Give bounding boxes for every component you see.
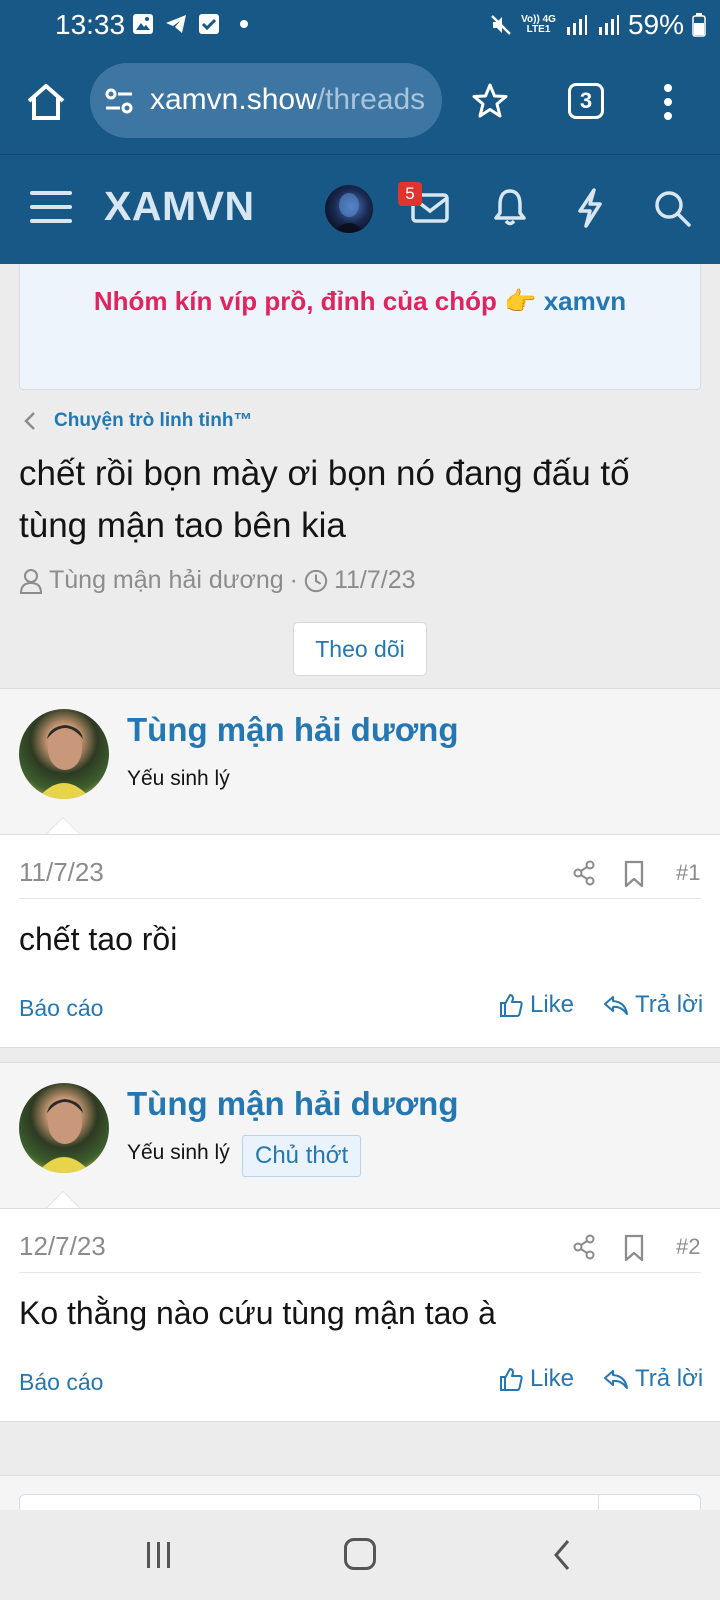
post-avatar[interactable]: [19, 709, 109, 799]
inbox-badge: 5: [398, 182, 422, 206]
battery-percent: 59%: [627, 9, 684, 40]
post-author-block: Tùng mận hải dương Yếu sinh lý: [0, 688, 720, 835]
thumbs-up-icon: [500, 994, 523, 1017]
post-divider: [19, 1272, 701, 1273]
like-button[interactable]: Like: [498, 1365, 574, 1393]
site-logo[interactable]: XAMVN: [104, 183, 255, 230]
share-icon[interactable]: [572, 1234, 596, 1260]
reply-button[interactable]: Trả lời: [603, 1365, 703, 1393]
bell-icon[interactable]: [492, 187, 528, 227]
post-user-title: Yếu sinh lý: [127, 1141, 230, 1164]
site-settings-icon[interactable]: [104, 87, 134, 115]
gallery-icon: [133, 14, 153, 34]
chevron-left-icon: [24, 412, 35, 430]
signal-icon-1: [566, 15, 587, 35]
search-icon[interactable]: [652, 188, 692, 228]
telegram-icon: [166, 15, 186, 33]
promo-notice: Nhóm kín víp prồ, đỉnh của chóp 👉 xamvn: [19, 264, 701, 390]
post-date[interactable]: 11/7/23: [19, 857, 104, 888]
system-navigation-bar: [0, 1510, 720, 1600]
home-icon[interactable]: [24, 80, 68, 124]
url-text[interactable]: xamvn.show/threads: [150, 83, 425, 117]
battery-icon: [692, 13, 706, 37]
bookmark-icon[interactable]: [623, 1234, 645, 1262]
thread-title: chết rồi bọn mày ơi bọn nó đang đấu tố t…: [19, 454, 630, 545]
recent-apps-icon[interactable]: [144, 1540, 174, 1570]
post-user-title: Yếu sinh lý: [127, 767, 230, 790]
menu-icon[interactable]: [30, 189, 72, 225]
notice-text: Nhóm kín víp prồ, đỉnh của chóp 👉 xamvn: [93, 286, 627, 316]
thread-meta: Tùng mận hải dương · 11/7/23: [19, 566, 416, 595]
post-username[interactable]: Tùng mận hải dương: [127, 1085, 459, 1123]
meta-separator: ·: [289, 566, 298, 594]
lightning-icon[interactable]: [574, 187, 606, 229]
thread-author[interactable]: Tùng mận hải dương: [49, 566, 284, 595]
mute-icon: [491, 15, 512, 35]
post-number[interactable]: #1: [676, 860, 700, 886]
breadcrumb-forum-link[interactable]: Chuyện trò linh tinh™: [54, 410, 252, 432]
notification-icons: [131, 12, 248, 36]
post-author-block: Tùng mận hải dương Yếu sinh lý Chủ thớt: [0, 1062, 720, 1209]
back-icon[interactable]: [552, 1538, 572, 1572]
thumbs-up-icon: [500, 1368, 523, 1391]
breadcrumb[interactable]: Chuyện trò linh tinh™: [22, 410, 252, 432]
post-username[interactable]: Tùng mận hải dương: [127, 711, 459, 749]
overflow-menu-icon[interactable]: [662, 82, 674, 122]
user-avatar[interactable]: [325, 185, 373, 233]
post-divider: [19, 898, 701, 899]
post-content: chết tao rồi: [19, 921, 178, 957]
more-notifications-dot: [240, 20, 248, 28]
system-icons: Vo)) 4G LTE1 59%: [489, 9, 706, 41]
report-button[interactable]: Báo cáo: [19, 995, 103, 1022]
report-button[interactable]: Báo cáo: [19, 1369, 103, 1396]
post-date[interactable]: 12/7/23: [19, 1231, 106, 1262]
tab-switcher-button[interactable]: 3: [568, 83, 604, 119]
post-body: 12/7/23 #2 Ko thằng nào cứu tùng mận tao…: [0, 1208, 720, 1422]
thread-starter-badge: Chủ thớt: [242, 1135, 362, 1177]
home-nav-button[interactable]: [344, 1538, 376, 1570]
network-indicator: Vo)) 4G LTE1: [521, 14, 556, 35]
bookmark-star-icon[interactable]: [471, 82, 509, 120]
post-number[interactable]: #2: [676, 1234, 700, 1260]
address-bar[interactable]: xamvn.show/threads: [90, 63, 442, 138]
signal-icon-2: [598, 15, 619, 35]
share-icon[interactable]: [572, 860, 596, 886]
notice-link[interactable]: xamvn: [544, 286, 626, 316]
post-content: Ko thằng nào cứu tùng mận tao à: [19, 1295, 496, 1331]
status-time: 13:33: [55, 9, 126, 40]
reply-button[interactable]: Trả lời: [603, 991, 703, 1019]
reply-icon: [604, 996, 628, 1015]
post-body: 11/7/23 #1 chết tao rồi Báo cáo Like Trả…: [0, 834, 720, 1048]
caret: [46, 818, 80, 835]
status-bar: 13:33 Vo)) 4G LTE1 59%: [0, 0, 720, 52]
browser-toolbar: xamvn.show/threads 3: [0, 52, 720, 154]
checkbox-icon: [199, 14, 219, 34]
follow-button[interactable]: Theo dõi: [293, 622, 427, 676]
like-button[interactable]: Like: [498, 991, 574, 1019]
caret: [46, 1192, 80, 1209]
reply-icon: [604, 1370, 628, 1389]
thread-date[interactable]: 11/7/23: [334, 566, 416, 595]
user-icon: [19, 568, 43, 594]
clock-icon: [304, 569, 328, 592]
post-avatar[interactable]: [19, 1083, 109, 1173]
bookmark-icon[interactable]: [623, 860, 645, 888]
site-header: XAMVN 5: [0, 154, 720, 264]
